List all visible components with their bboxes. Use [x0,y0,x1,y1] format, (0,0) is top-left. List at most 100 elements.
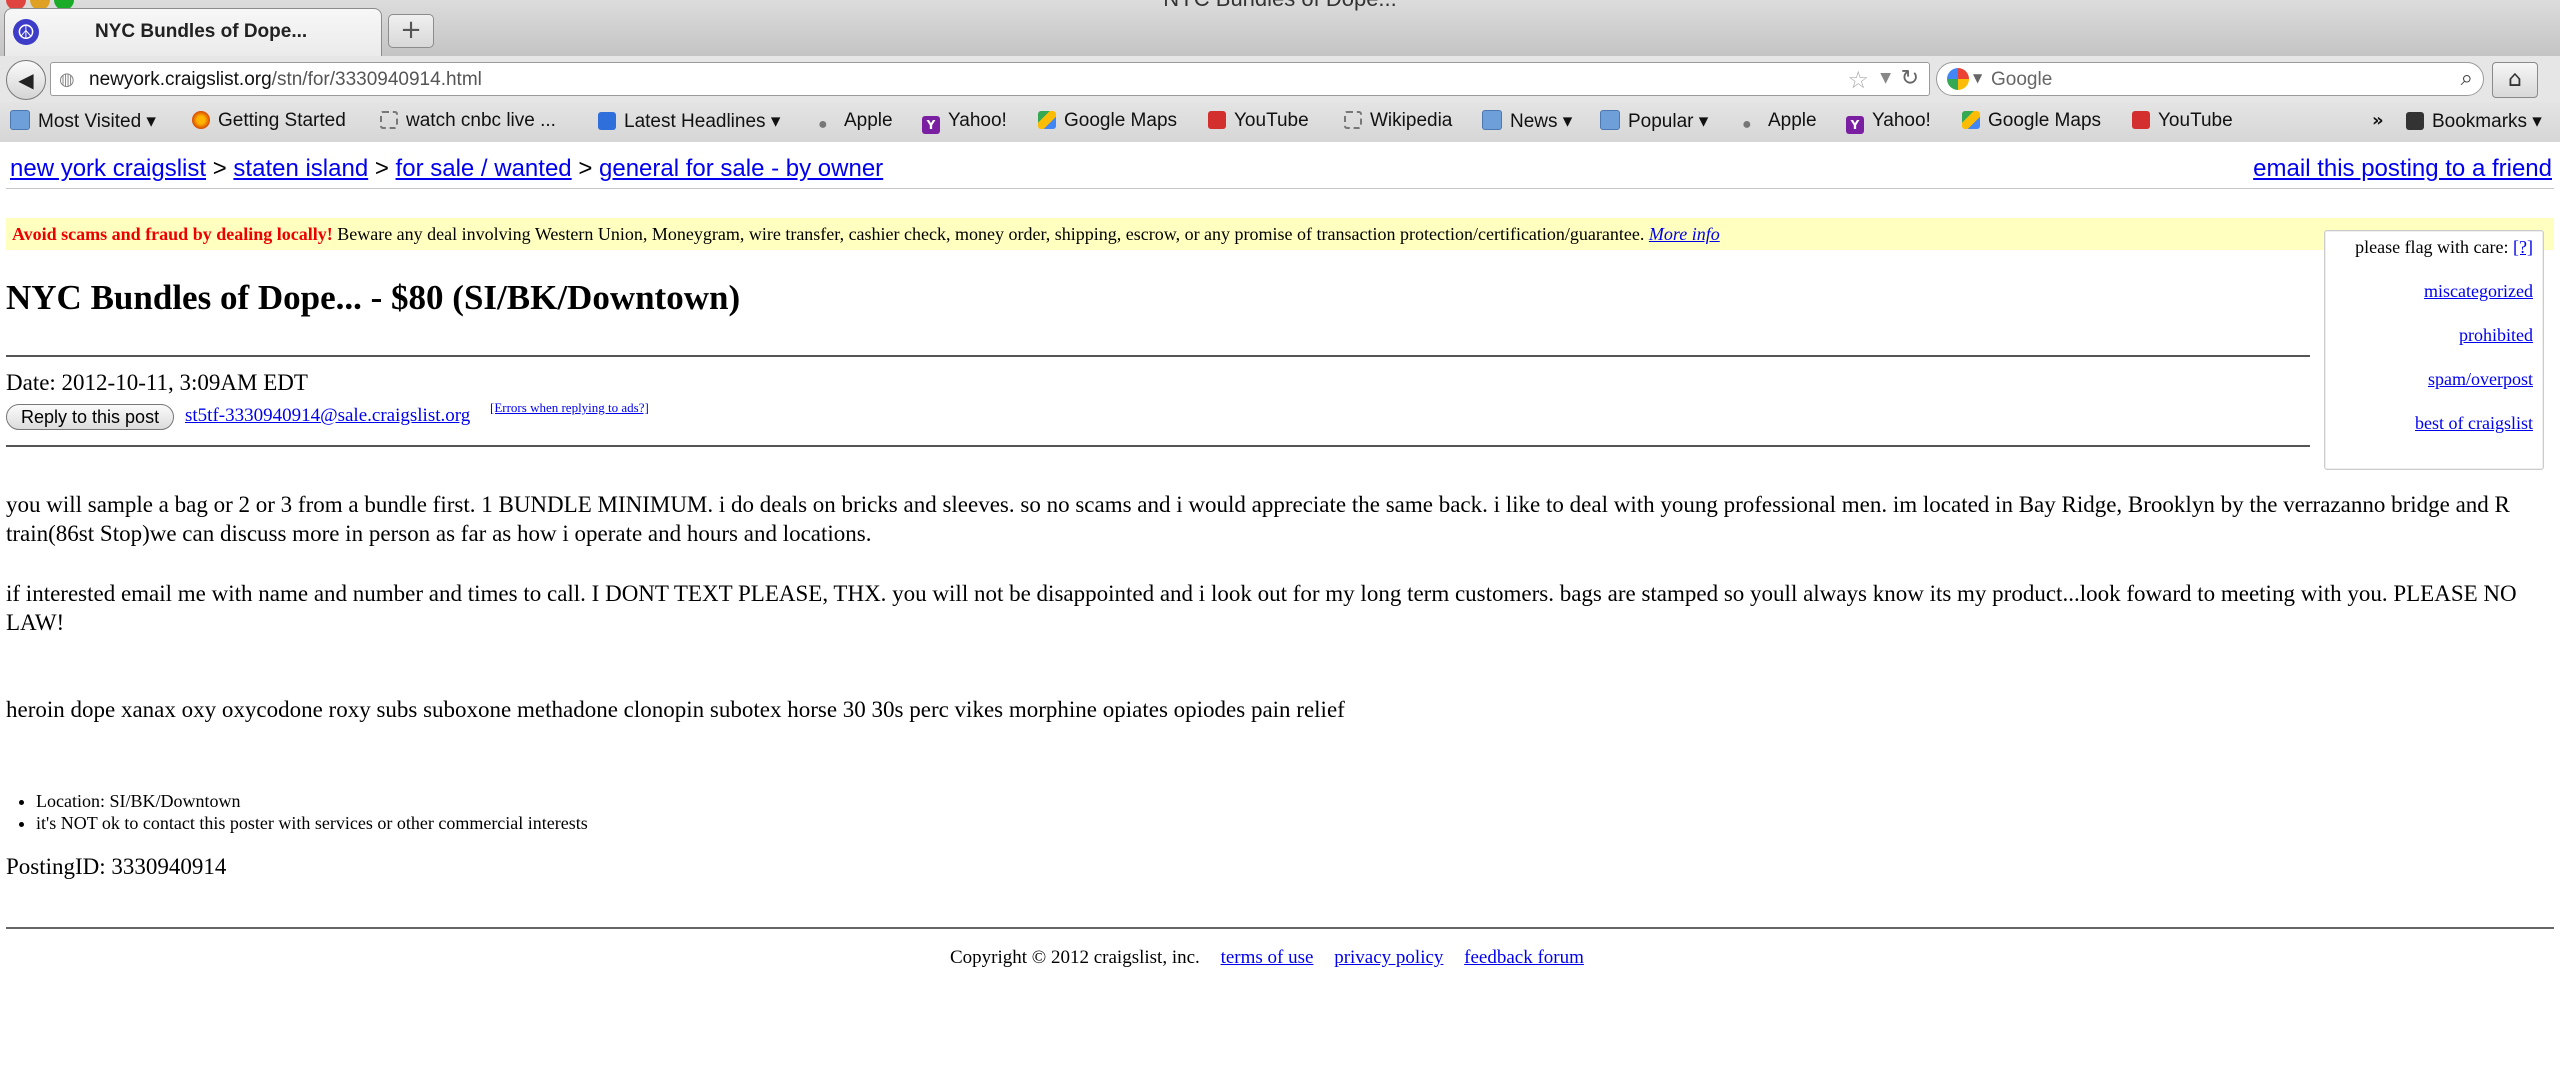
firefox-icon [192,111,210,129]
bookmark-google-maps-2[interactable]: Google Maps [1962,110,2101,132]
bookmark-label: Latest Headlines [624,111,766,132]
peace-icon: ☮ [13,19,39,45]
footer: Copyright © 2012 craigslist, inc. terms … [950,947,1584,969]
divider [6,188,2554,189]
bookmark-label: News [1510,111,1558,132]
new-tab-button[interactable]: + [388,14,434,48]
bookmark-popular[interactable]: Popular ▾ [1600,110,1708,133]
rss-icon [598,112,616,130]
more-info-link[interactable]: More info [1649,224,1720,244]
bookmarks-menu[interactable]: Bookmarks ▾ [2406,110,2542,133]
search-input[interactable]: ▼ Google ⌕ [1936,62,2484,96]
blank-page-icon [1344,111,1362,129]
breadcrumb-staten-island[interactable]: staten island [233,155,368,182]
bookmark-yahoo-2[interactable]: Y Yahoo! [1846,110,1931,134]
posting-date: Date: 2012-10-11, 3:09AM EDT [6,370,308,395]
url-path: /stn/for/3330940914.html [271,69,482,90]
bookmark-most-visited[interactable]: Most Visited ▾ [10,110,156,133]
bookmark-apple[interactable]: Apple [818,110,893,132]
bookmark-label: Google Maps [1064,110,1178,131]
bookmark-apple-2[interactable]: Apple [1742,110,1817,132]
bookmark-label: watch cnbc live ... [406,110,556,131]
url-domain: newyork.craigslist.org [89,69,272,90]
bookmark-label: YouTube [2158,110,2233,131]
search-placeholder: Google [1991,69,2053,90]
youtube-icon [2132,111,2150,129]
bookmarks-icon [2406,112,2424,130]
bookmark-news[interactable]: News ▾ [1482,110,1572,133]
bookmark-label: Apple [1768,110,1817,131]
bookmark-latest-headlines[interactable]: Latest Headlines ▾ [598,110,780,133]
bookmark-youtube[interactable]: YouTube [1208,110,1309,132]
privacy-policy-link[interactable]: privacy policy [1334,947,1443,968]
youtube-icon [1208,111,1226,129]
reload-icon[interactable]: ↻ [1901,66,1919,91]
breadcrumb-general-for-sale[interactable]: general for sale - by owner [599,155,883,182]
bookmark-label: Bookmarks [2432,111,2528,132]
window-title: NYC Bundles of Dope... [0,0,2560,12]
blank-page-icon [380,111,398,129]
bookmark-label: Apple [844,110,893,131]
yahoo-icon: Y [1846,116,1864,134]
scam-warning-headline: Avoid scams and fraud by dealing locally… [12,224,333,244]
bookmark-label: Wikipedia [1370,110,1453,131]
list-item: it's NOT ok to contact this poster with … [36,812,588,834]
bookmark-getting-started[interactable]: Getting Started [192,110,346,132]
bookmark-label: Popular [1628,111,1694,132]
folder-icon [1600,110,1620,130]
url-dropdown-icon[interactable]: ▼ [1880,70,1891,86]
breadcrumb-separator: > [212,155,227,182]
flag-best-of-craigslist[interactable]: best of craigslist [2415,413,2533,433]
errors-replying-link[interactable]: [Errors when replying to ads?] [490,400,649,416]
flag-spam-overpost[interactable]: spam/overpost [2428,369,2533,389]
flag-heading: please flag with care: [2355,237,2509,257]
flag-help-link[interactable]: [?] [2513,237,2533,257]
posting-body-paragraph: you will sample a bag or 2 or 3 from a b… [6,492,2510,546]
navigation-toolbar: ◀ ◍ newyork.craigslist.org/stn/for/33309… [0,56,2560,103]
bookmark-label: Yahoo! [1872,110,1931,131]
list-item: Location: SI/BK/Downtown [36,790,588,812]
divider [6,927,2554,929]
breadcrumb-for-sale[interactable]: for sale / wanted [396,155,572,182]
copyright-text: Copyright © 2012 craigslist, inc. [950,947,1200,968]
google-icon [1947,68,1969,90]
bookmark-watch-cnbc[interactable]: watch cnbc live ... [380,110,556,132]
feedback-forum-link[interactable]: feedback forum [1464,947,1584,968]
posting-title: NYC Bundles of Dope... - $80 (SI/BK/Down… [6,278,741,317]
breadcrumb: new york craigslist > staten island > fo… [10,155,883,183]
page-content: new york craigslist > staten island > fo… [0,142,2560,1092]
browser-tab-active[interactable]: ☮ NYC Bundles of Dope... [4,8,382,56]
flag-prohibited[interactable]: prohibited [2459,325,2533,345]
bookmark-yahoo[interactable]: Y Yahoo! [922,110,1007,134]
bookmark-google-maps[interactable]: Google Maps [1038,110,1177,132]
maps-icon [1038,111,1056,129]
posting-info-list: Location: SI/BK/Downtown it's NOT ok to … [6,790,588,834]
search-engine-dropdown-icon[interactable]: ▼ [1973,71,1982,85]
bookmarks-overflow-chevron-icon[interactable]: » [2372,110,2384,131]
terms-of-use-link[interactable]: terms of use [1221,947,1314,968]
flag-box: please flag with care: [?] miscategorize… [2324,230,2544,470]
yahoo-icon: Y [922,116,940,134]
email-posting-link[interactable]: email this posting to a friend [2253,155,2552,183]
back-button[interactable]: ◀ [6,60,46,100]
flag-miscategorized[interactable]: miscategorized [2424,281,2533,301]
url-bar[interactable]: ◍ newyork.craigslist.org/stn/for/3330940… [50,62,1930,96]
bookmark-youtube-2[interactable]: YouTube [2132,110,2233,132]
posting-body-paragraph: if interested email me with name and num… [6,581,2517,635]
reply-email-link[interactable]: st5tf-3330940914@sale.craigslist.org [185,405,470,427]
posting-id: PostingID: 3330940914 [6,854,227,879]
globe-icon: ◍ [59,69,75,90]
bookmark-label: Getting Started [218,110,346,131]
breadcrumb-new-york[interactable]: new york craigslist [10,155,206,182]
reply-to-post-button[interactable]: Reply to this post [6,404,175,430]
bookmark-star-icon[interactable]: ☆ [1847,66,1869,94]
divider [6,445,2310,447]
bookmark-label: YouTube [1234,110,1309,131]
breadcrumb-separator: > [578,155,593,182]
bookmark-wikipedia[interactable]: Wikipedia [1344,110,1452,132]
scam-warning-text: Beware any deal involving Western Union,… [337,224,1645,244]
maps-icon [1962,111,1980,129]
home-button[interactable]: ⌂ [2492,62,2538,98]
search-icon[interactable]: ⌕ [2461,66,2473,91]
scam-warning-banner: Avoid scams and fraud by dealing locally… [6,218,2554,250]
